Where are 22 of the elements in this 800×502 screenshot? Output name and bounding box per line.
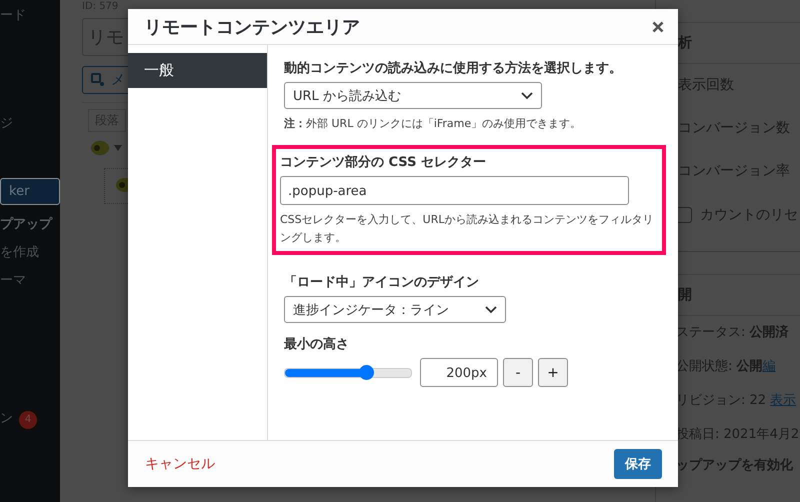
sidebar-item[interactable]: ード (0, 2, 60, 30)
dialog-title: リモートコンテンツエリア (144, 16, 360, 38)
sidebar-item[interactable]: ーマ (0, 267, 60, 295)
sidebar-item[interactable]: ker (0, 178, 60, 205)
help-text: 注：外部 URL のリンクには「iFrame」のみ使用できます。 (284, 116, 582, 132)
field-label: 「ロード中」アイコンのデザイン (284, 274, 480, 291)
decrement-button[interactable]: - (503, 358, 533, 387)
increment-button[interactable]: + (538, 358, 568, 387)
cancel-link[interactable]: キャンセル (145, 455, 215, 473)
select-field[interactable]: 進捗インジケータ：ライン (284, 296, 506, 323)
help-text: CSSセレクターを入力して、URLから読み込まれるコンテンツをフィルタリングします。 (280, 212, 654, 246)
save-button[interactable]: 保存 (614, 449, 662, 479)
field-label: 動的コンテンツの読み込みに使用する方法を選択します。 (284, 60, 623, 77)
field-label: 最小の高さ (284, 336, 350, 353)
dialog-tab[interactable]: 一般 (128, 53, 267, 88)
field-label: コンテンツ部分の CSS セレクター (280, 154, 487, 171)
sidebar-item[interactable]: ジ (0, 110, 60, 138)
select-field[interactable]: URL から読み込む (284, 82, 542, 109)
sidebar-item[interactable]: を作成 (0, 239, 60, 267)
text-field[interactable]: .popup-area (280, 176, 629, 205)
number-field[interactable]: 200px (420, 358, 498, 387)
sidebar-item[interactable]: プアップ (0, 211, 60, 239)
